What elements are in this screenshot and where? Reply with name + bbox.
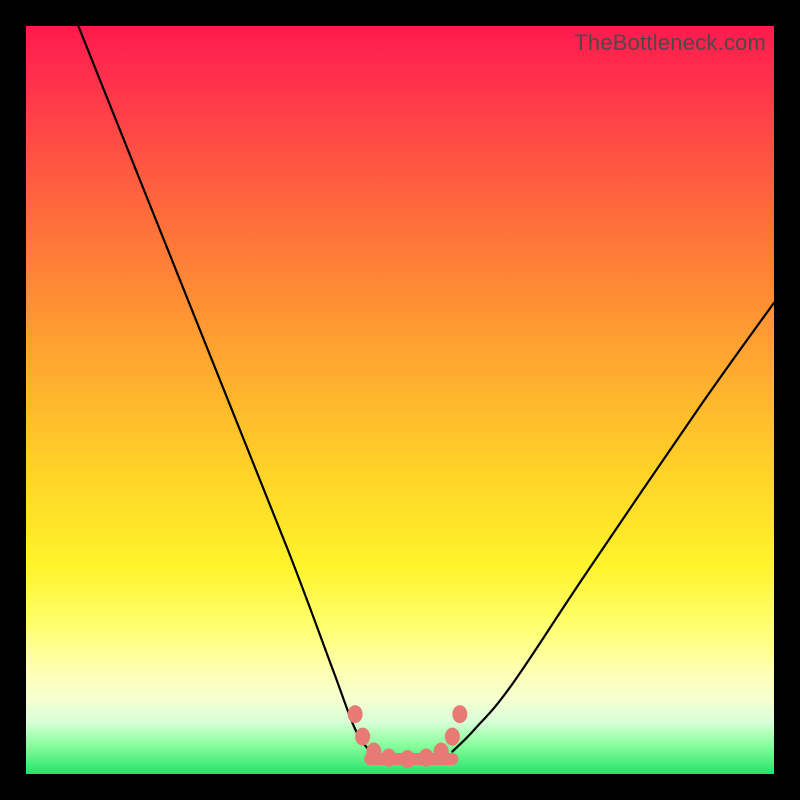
highlight-dot bbox=[434, 743, 449, 761]
highlight-dot bbox=[355, 728, 370, 746]
chart-frame: TheBottleneck.com bbox=[0, 0, 800, 800]
highlight-dot bbox=[445, 728, 460, 746]
highlight-dot bbox=[381, 749, 396, 767]
highlight-dot bbox=[400, 750, 415, 768]
plot-area: TheBottleneck.com bbox=[26, 26, 774, 774]
bottleneck-curve-left bbox=[78, 26, 370, 752]
curve-layer bbox=[26, 26, 774, 774]
highlight-dot bbox=[348, 705, 363, 723]
highlight-dot bbox=[452, 705, 467, 723]
highlight-dot bbox=[419, 749, 434, 767]
bottleneck-curve-right bbox=[452, 303, 774, 752]
highlight-dot bbox=[366, 743, 381, 761]
